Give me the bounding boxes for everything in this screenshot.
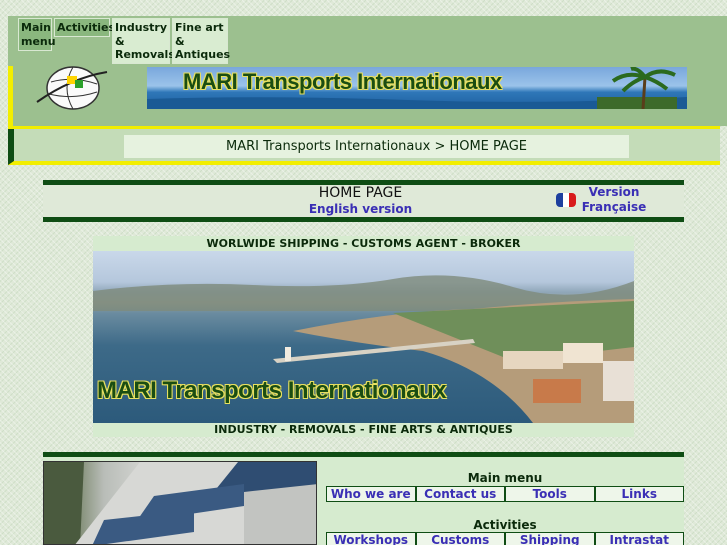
palm-tree-icon [597, 67, 677, 109]
menu-tools[interactable]: Tools [506, 487, 596, 501]
menu-links[interactable]: Links [596, 487, 684, 501]
photo-top-caption: WORLWIDE SHIPPING - CUSTOMS AGENT - BROK… [206, 237, 521, 250]
photo-overlay-title: MARI Transports Internationaux [97, 377, 447, 404]
french-version-link[interactable]: Version Française [578, 185, 650, 215]
banner-image: MARI Transports Internationaux [147, 67, 687, 109]
globe-logo-icon [36, 66, 108, 110]
header-banner-row: MARI Transports Internationaux [8, 66, 727, 126]
activities-row: Workshops Customs Shipping Intrastat [326, 532, 684, 545]
nav-activities[interactable]: Activities [54, 18, 115, 37]
nav-industry-removals[interactable]: Industry & Removals [112, 18, 175, 64]
banner-title: MARI Transports Internationaux [183, 69, 502, 94]
nav-main-menu[interactable]: Main menu [18, 18, 56, 51]
page-header: HOME PAGE English version Version França… [43, 185, 684, 217]
main-menu-title: Main menu [467, 471, 543, 485]
bottom-section: Main menu Who we are Contact us Tools Li… [43, 457, 684, 545]
building-photo [43, 461, 317, 545]
french-flag-icon[interactable] [556, 193, 576, 207]
top-navigation-bar: Main menu Activities Industry & Removals… [8, 16, 727, 66]
french-version-line1: Version [588, 185, 640, 199]
nice-harbor-photo: MARI Transports Internationaux [93, 251, 634, 423]
main-photo-block: WORLWIDE SHIPPING - CUSTOMS AGENT - BROK… [93, 236, 634, 437]
activity-workshops[interactable]: Workshops [327, 533, 417, 545]
building-shape [44, 462, 316, 544]
page-title: HOME PAGE [318, 185, 403, 201]
header-bottom-divider [43, 217, 684, 222]
english-version-link[interactable]: English version [243, 202, 478, 216]
activity-customs[interactable]: Customs [417, 533, 506, 545]
activities-title: Activities [473, 518, 537, 532]
menu-contact-us[interactable]: Contact us [417, 487, 506, 501]
breadcrumb-row: MARI Transports Internationaux > HOME PA… [8, 129, 720, 165]
french-version-line2: Française [581, 200, 647, 214]
breadcrumb: MARI Transports Internationaux > HOME PA… [124, 135, 629, 158]
activity-shipping[interactable]: Shipping [506, 533, 596, 545]
top-nav-menu: Main menu Activities Industry & Removals… [18, 18, 230, 64]
menu-who-we-are[interactable]: Who we are [327, 487, 417, 501]
activity-intrastat[interactable]: Intrastat [596, 533, 684, 545]
nav-fine-art-antiques[interactable]: Fine art & Antiques [172, 18, 230, 64]
main-menu-row: Who we are Contact us Tools Links [326, 486, 684, 502]
photo-bottom-caption: INDUSTRY - REMOVALS - FINE ARTS & ANTIQU… [214, 423, 513, 436]
